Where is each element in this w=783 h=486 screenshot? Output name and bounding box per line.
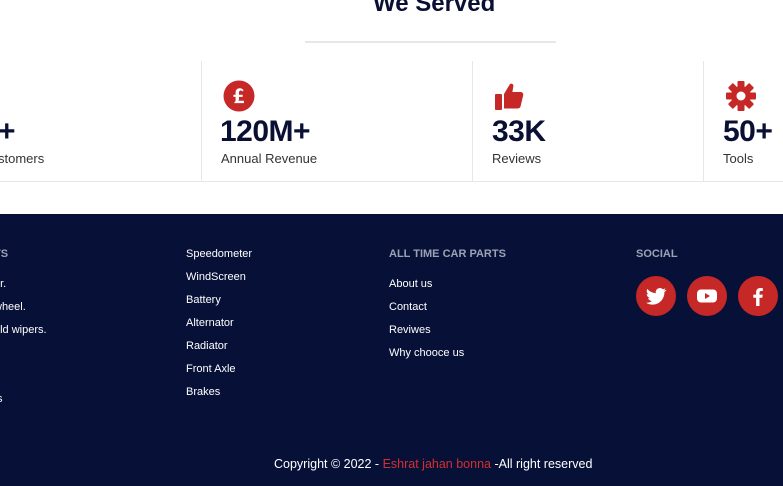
- stat-value: +: [0, 115, 16, 148]
- link-list: er. wheel. eld wipers. ts: [0, 278, 214, 416]
- footer-link[interactable]: eld wipers.: [0, 324, 214, 347]
- copyright-prefix: Copyright © 2022 -: [274, 457, 383, 471]
- footer-link[interactable]: Alternator: [186, 317, 406, 340]
- footer-link[interactable]: Speedometer: [186, 248, 406, 271]
- copyright-suffix: -All right reserved: [491, 457, 593, 471]
- thumbs-up-icon: [494, 79, 526, 113]
- gear-icon: [725, 79, 757, 113]
- stat-reviews: 33K Reviews: [472, 61, 704, 181]
- stats-row: + stomers 120M+ Annual Revenue 33K Revie…: [0, 61, 783, 182]
- author-link[interactable]: Eshrat jahan bonna: [383, 457, 491, 471]
- footer-link[interactable]: Why chooce us: [389, 347, 609, 370]
- stat-revenue: 120M+ Annual Revenue: [201, 61, 473, 181]
- footer-link[interactable]: Radiator: [186, 340, 406, 363]
- stat-label: Tools: [723, 151, 754, 166]
- footer-link[interactable]: About us: [389, 278, 609, 301]
- footer-link[interactable]: wheel.: [0, 301, 214, 324]
- link-list: About us Contact Reviwes Why chooce us: [389, 278, 609, 370]
- footer-link[interactable]: Front Axle: [186, 363, 406, 386]
- pound-icon: [223, 79, 255, 113]
- footer-link[interactable]: Brakes: [186, 386, 406, 409]
- title-divider: [305, 41, 556, 43]
- section-title: We Served: [373, 0, 496, 17]
- footer-link[interactable]: Reviwes: [389, 324, 609, 347]
- stat-tools: 50+ Tools: [703, 61, 783, 181]
- link-list: Speedometer WindScreen Battery Alternato…: [186, 248, 406, 409]
- stat-value: 120M+: [220, 115, 311, 148]
- youtube-icon[interactable]: [687, 276, 727, 316]
- footer-link[interactable]: Contact: [389, 301, 609, 324]
- twitter-icon[interactable]: [636, 276, 676, 316]
- stat-value: 50+: [723, 115, 773, 148]
- stat-label: stomers: [0, 151, 45, 166]
- footer-link[interactable]: er.: [0, 278, 214, 301]
- column-heading: TS: [0, 248, 9, 260]
- footer: TS er. wheel. eld wipers. ts Speedometer…: [0, 214, 783, 486]
- footer-link[interactable]: WindScreen: [186, 271, 406, 294]
- footer-link[interactable]: [0, 347, 214, 370]
- facebook-icon[interactable]: [738, 276, 778, 316]
- column-heading: SOCIAL: [636, 248, 678, 260]
- copyright: Copyright © 2022 - Eshrat jahan bonna -A…: [274, 457, 592, 471]
- social-icons: [636, 276, 783, 318]
- stat-value: 33K: [492, 115, 546, 148]
- stat-label: Reviews: [492, 151, 542, 166]
- stat-label: Annual Revenue: [221, 151, 318, 166]
- stat-customers: + stomers: [0, 61, 201, 181]
- footer-link[interactable]: [0, 370, 214, 393]
- footer-link[interactable]: Battery: [186, 294, 406, 317]
- column-heading: ALL TIME CAR PARTS: [389, 248, 506, 260]
- footer-link[interactable]: ts: [0, 393, 214, 416]
